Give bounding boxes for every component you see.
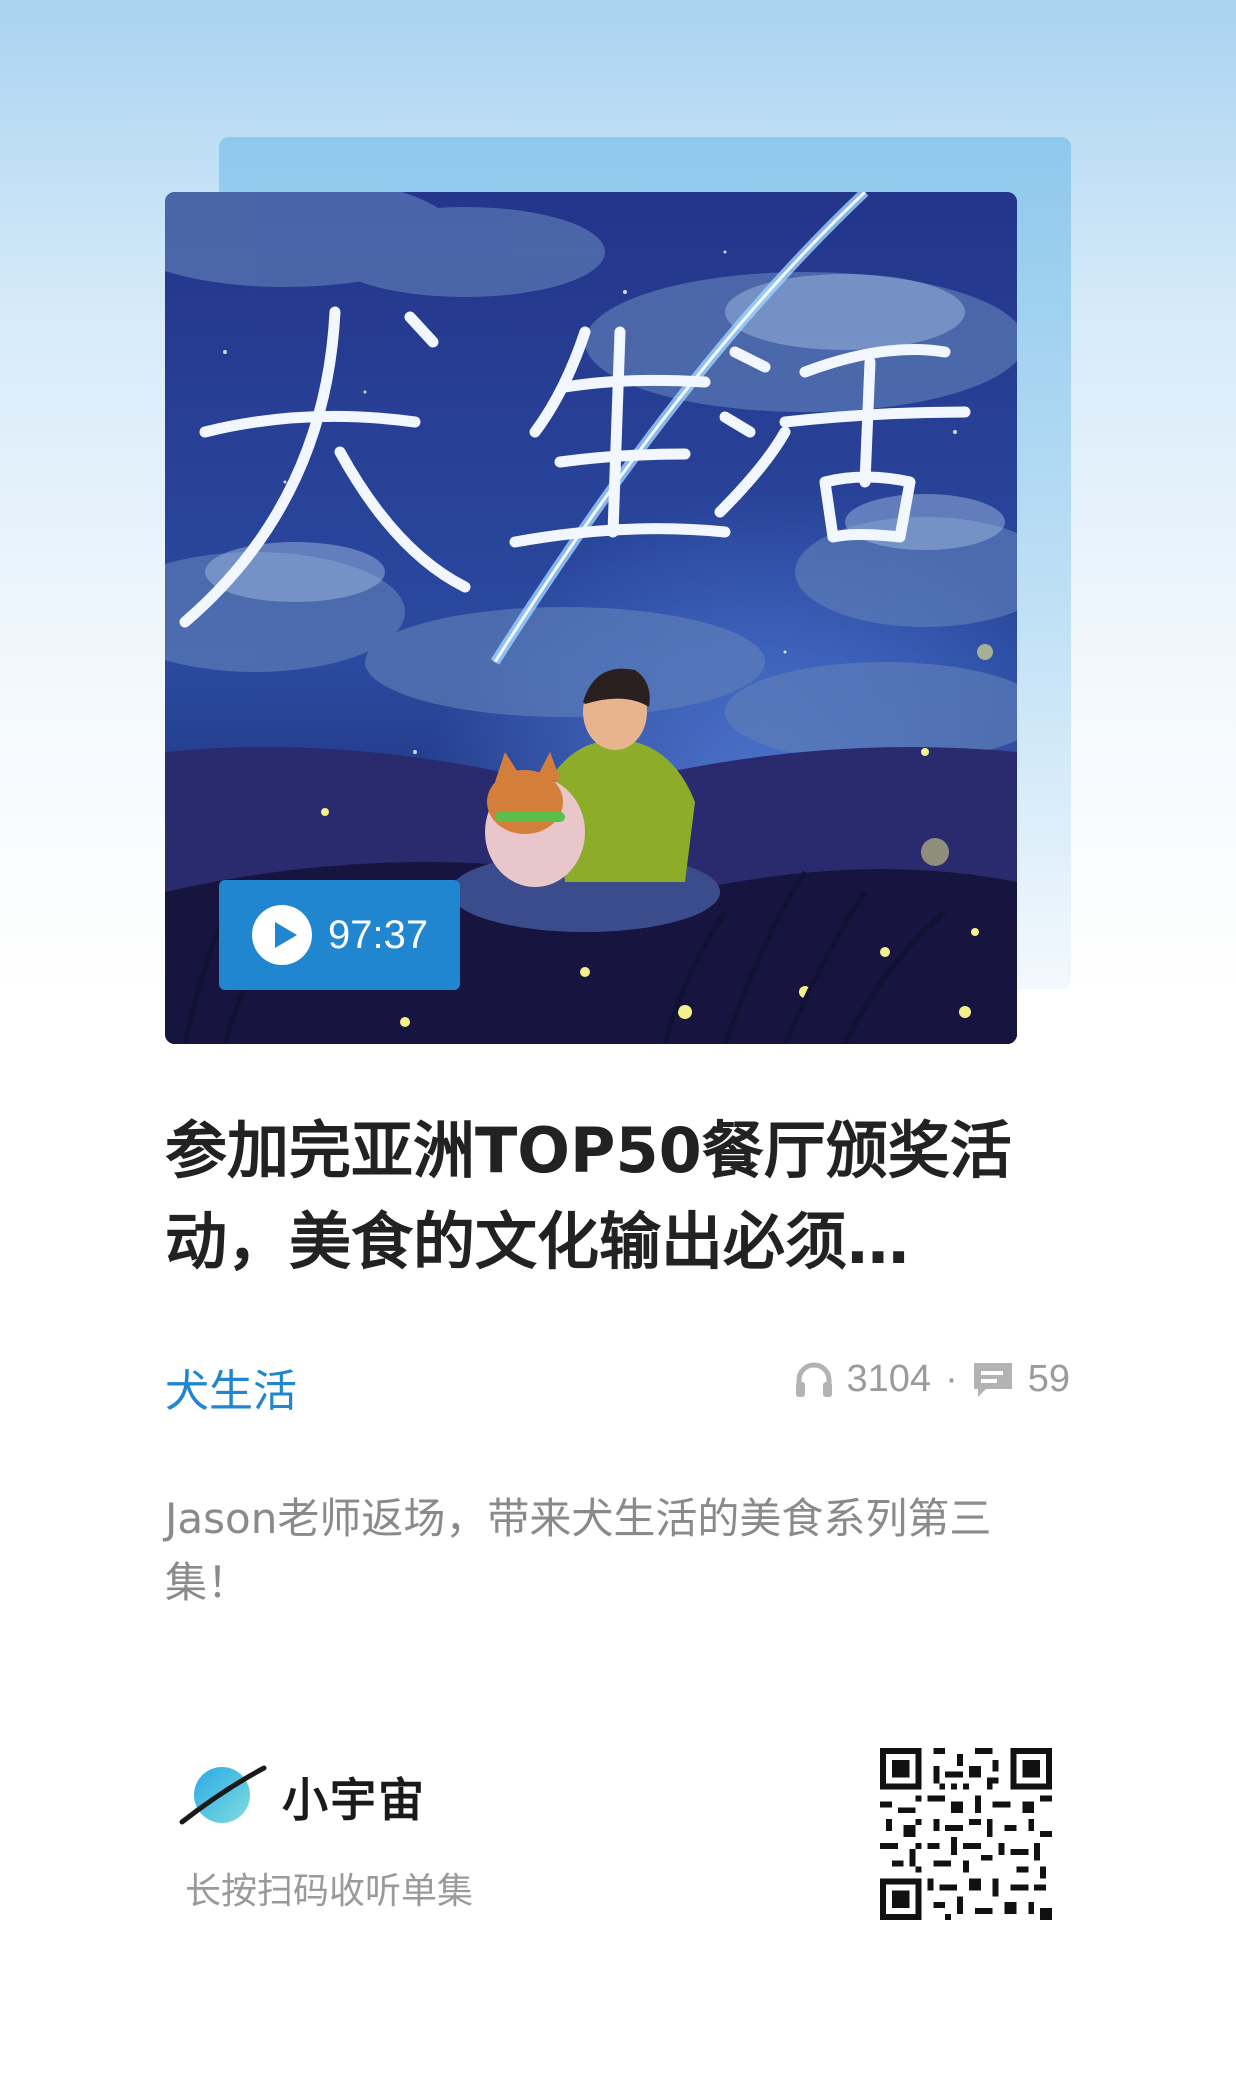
episode-title: 参加完亚洲TOP50餐厅颁奖活动，美食的文化输出必须… — [165, 1114, 1012, 1278]
scan-hint: 长按扫码收听单集 — [185, 1871, 474, 1912]
play-icon[interactable] — [252, 905, 312, 965]
headphones-icon — [793, 1360, 835, 1400]
qr-code[interactable] — [880, 1748, 1052, 1920]
episode-stats: 3104 · 59 — [793, 1358, 1070, 1401]
brand-logo: 小宇宙 — [178, 1760, 426, 1834]
play-count: 3104 — [846, 1358, 932, 1400]
brand-name: 小宇宙 — [282, 1773, 426, 1827]
stats-separator: · — [945, 1358, 958, 1400]
planet-logo-icon — [178, 1760, 268, 1834]
podcast-name-link[interactable]: 犬生活 — [165, 1355, 297, 1419]
comment-count: 59 — [1027, 1358, 1070, 1400]
episode-cover[interactable]: 97:37 — [165, 192, 1017, 1044]
duration-badge[interactable]: 97:37 — [219, 880, 460, 990]
comment-icon — [972, 1361, 1014, 1399]
episode-description: Jason老师返场，带来犬生活的美食系列第三集！ — [165, 1494, 992, 1607]
duration-label: 97:37 — [328, 912, 429, 957]
